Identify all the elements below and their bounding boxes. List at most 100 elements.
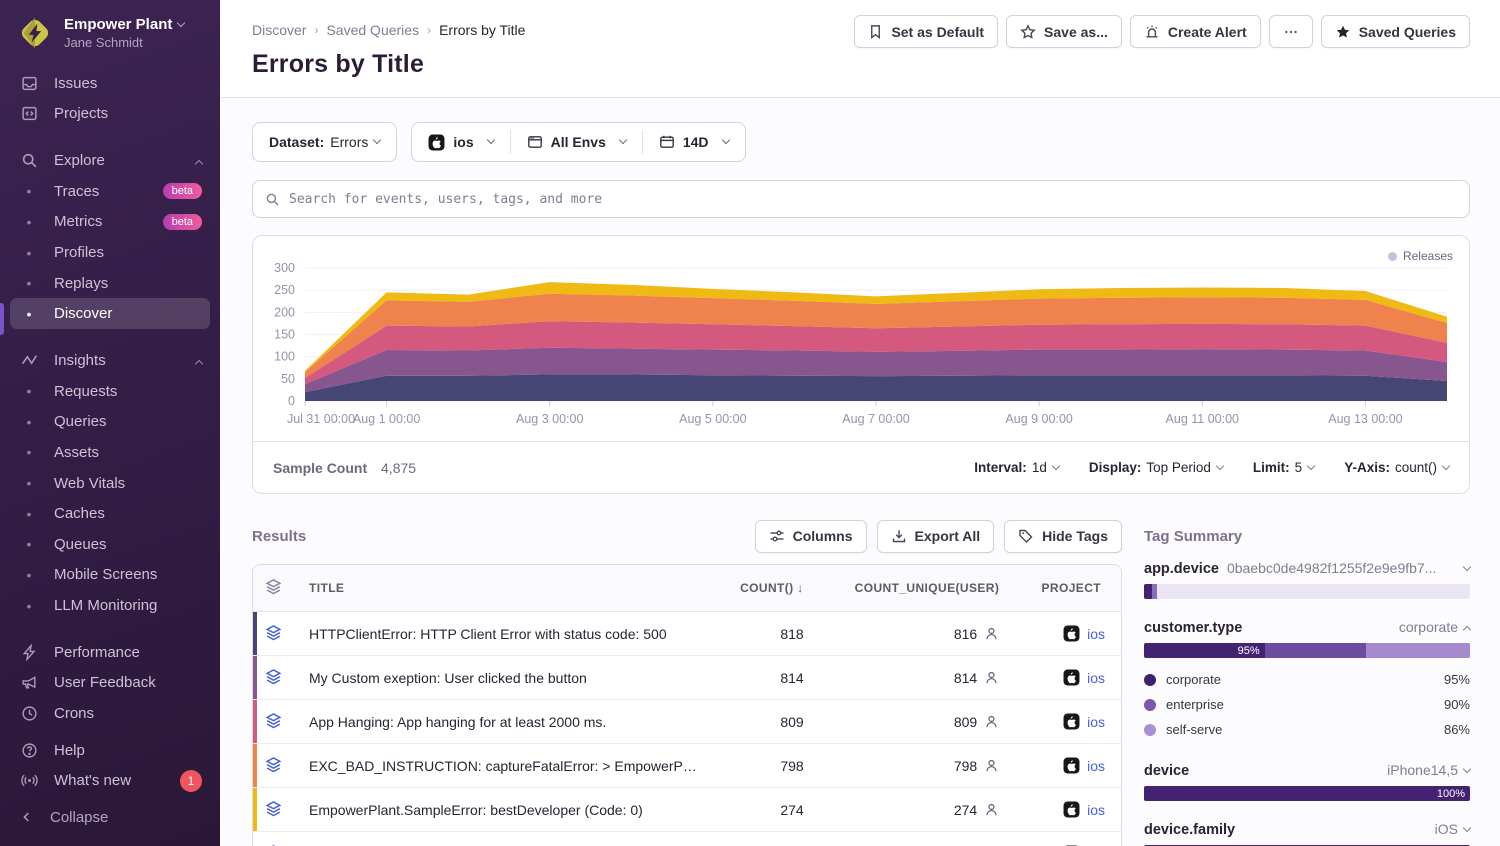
sidebar-collapse[interactable]: Collapse <box>0 796 220 846</box>
set-as-default-button[interactable]: Set as Default <box>854 15 998 48</box>
tag-summary-column: Tag Summary app.device0baebc0de4982f1255… <box>1144 518 1470 846</box>
content: Dataset: Errors ios <box>220 98 1500 846</box>
sidebar-item-profiles[interactable]: •Profiles <box>10 237 210 268</box>
row-stack-cell <box>253 744 293 788</box>
column-header-count[interactable]: COUNT() ↓ <box>714 565 820 612</box>
sidebar-item-requests[interactable]: •Requests <box>10 376 210 407</box>
error-title[interactable]: HTTPClientError: HTTP Client Error with … <box>293 612 714 656</box>
sidebar-item-traces[interactable]: •Tracesbeta <box>10 176 210 207</box>
chart-legend[interactable]: Releases <box>1388 249 1453 263</box>
export-all-button[interactable]: Export All <box>877 520 995 553</box>
tag-section-header[interactable]: device.familyiOS <box>1144 815 1470 845</box>
tag-section-header[interactable]: app.device0baebc0de4982f1255f2e9e9fb7... <box>1144 554 1470 584</box>
breadcrumb-discover[interactable]: Discover <box>252 22 306 38</box>
breadcrumb-saved-queries[interactable]: Saved Queries <box>326 22 419 38</box>
error-title[interactable]: App Hanging: App hanging for at least 20… <box>293 700 714 744</box>
search-input[interactable] <box>289 192 1457 207</box>
dataset-selector[interactable]: Dataset: Errors <box>252 122 397 162</box>
display-selector[interactable]: Display:Top Period <box>1089 460 1223 475</box>
sidebar-item-assets[interactable]: •Assets <box>10 437 210 468</box>
columns-button[interactable]: Columns <box>755 520 867 553</box>
stack-icon[interactable] <box>265 668 282 685</box>
error-title[interactable]: EXC_BAD_INSTRUCTION: captureFatalError: … <box>293 744 714 788</box>
project-link[interactable]: ios <box>1087 670 1105 686</box>
count-unique-number: 798 <box>954 758 977 774</box>
save-as-button[interactable]: Save as... <box>1006 15 1122 48</box>
sidebar-item-metrics[interactable]: •Metricsbeta <box>10 207 210 238</box>
tag-legend-row[interactable]: corporate95% <box>1144 667 1470 692</box>
org-switcher[interactable]: Empower Plant Jane Schmidt <box>0 0 220 62</box>
apple-icon <box>1063 669 1080 686</box>
dataset-label: Dataset: <box>269 134 324 150</box>
tag-legend-row[interactable]: enterprise90% <box>1144 692 1470 717</box>
tag-section-header[interactable]: customer.typecorporate <box>1144 613 1470 643</box>
legend-dot <box>1144 699 1156 711</box>
column-header-count-unique-user[interactable]: COUNT_UNIQUE(USER) <box>820 565 1016 612</box>
results-title: Results <box>252 528 306 545</box>
sidebar-item-queries[interactable]: •Queries <box>10 406 210 437</box>
saved-queries-button[interactable]: Saved Queries <box>1321 15 1470 48</box>
sidebar-item-queues[interactable]: •Queues <box>10 529 210 560</box>
sidebar-item-replays[interactable]: •Replays <box>10 268 210 299</box>
project-selector[interactable]: ios <box>412 123 509 161</box>
bullet-icon: • <box>20 475 38 491</box>
table-row: EXC_BAD_INSTRUCTION: captureFatalError: … <box>253 744 1121 788</box>
error-title[interactable]: EmpowerPlant.SampleError: bestDeveloper … <box>293 788 714 832</box>
page-filter-group: ios All Envs <box>411 122 745 162</box>
project-link[interactable]: ios <box>1087 714 1105 730</box>
projects-icon <box>20 105 38 122</box>
project-link[interactable]: ios <box>1087 802 1105 818</box>
environment-selector[interactable]: All Envs <box>511 123 642 161</box>
y-axis-selector[interactable]: Y-Axis:count() <box>1344 460 1449 475</box>
legend-percent: 90% <box>1444 697 1470 712</box>
page-title: Errors by Title <box>252 50 1470 79</box>
interval-selector[interactable]: Interval:1d <box>974 460 1059 475</box>
tag-name: device.family <box>1144 822 1235 838</box>
sidebar-item-mobile-screens[interactable]: •Mobile Screens <box>10 560 210 591</box>
sidebar-item-issues[interactable]: Issues <box>10 68 210 99</box>
count-unique-value: 816 <box>954 626 999 642</box>
sidebar-item-llm-monitoring[interactable]: •LLM Monitoring <box>10 590 210 621</box>
count-unique-number: 274 <box>954 802 977 818</box>
date-range-selector[interactable]: 14D <box>643 123 745 161</box>
sidebar-item-what-s-new[interactable]: What's new1 <box>10 765 210 796</box>
hide-tags-button[interactable]: Hide Tags <box>1004 520 1122 553</box>
error-title[interactable]: My Custom exeption: User clicked the but… <box>293 656 714 700</box>
stack-icon[interactable] <box>265 800 282 817</box>
active-nav-edge <box>0 303 4 335</box>
project-cell: ios <box>1015 832 1121 846</box>
series-color-bar <box>253 744 257 787</box>
spacer <box>10 729 210 735</box>
stack-icon[interactable] <box>265 756 282 773</box>
project-link[interactable]: ios <box>1087 758 1105 774</box>
bullet-icon: • <box>20 183 38 199</box>
sidebar-item-help[interactable]: Help <box>10 735 210 766</box>
sidebar-item-web-vitals[interactable]: •Web Vitals <box>10 468 210 499</box>
sidebar-item-caches[interactable]: •Caches <box>10 498 210 529</box>
svg-text:50: 50 <box>281 372 295 386</box>
sidebar-item-label: Requests <box>54 383 117 400</box>
stack-icon[interactable] <box>265 624 282 641</box>
error-title[interactable]: EmpowerPlant.SampleError: happyCustomer … <box>293 832 714 846</box>
sidebar-item-crons[interactable]: Crons <box>10 698 210 729</box>
more-options-button[interactable] <box>1269 15 1313 48</box>
bullet-icon: • <box>20 275 38 291</box>
chevron-down-icon <box>1052 461 1060 469</box>
sidebar-item-user-feedback[interactable]: User Feedback <box>10 668 210 699</box>
tag-section-header[interactable]: deviceiPhone14,5 <box>1144 756 1470 786</box>
limit-selector[interactable]: Limit:5 <box>1253 460 1314 475</box>
sidebar-item-projects[interactable]: Projects <box>10 99 210 130</box>
count-unique-value: 798 <box>954 758 999 774</box>
dataset-value: Errors <box>330 134 368 150</box>
create-alert-button[interactable]: Create Alert <box>1130 15 1261 48</box>
sidebar-item-insights[interactable]: Insights <box>10 345 210 376</box>
tag-legend-row[interactable]: self-serve86% <box>1144 717 1470 742</box>
sidebar-item-performance[interactable]: Performance <box>10 637 210 668</box>
stack-icon[interactable] <box>265 712 282 729</box>
tag-icon <box>1018 528 1034 544</box>
tag-top-value: iPhone14,5 <box>1199 762 1458 778</box>
sidebar-item-explore[interactable]: Explore <box>10 145 210 176</box>
breadcrumb-current: Errors by Title <box>439 22 525 38</box>
project-link[interactable]: ios <box>1087 626 1105 642</box>
sidebar-item-discover[interactable]: •Discover <box>10 298 210 329</box>
